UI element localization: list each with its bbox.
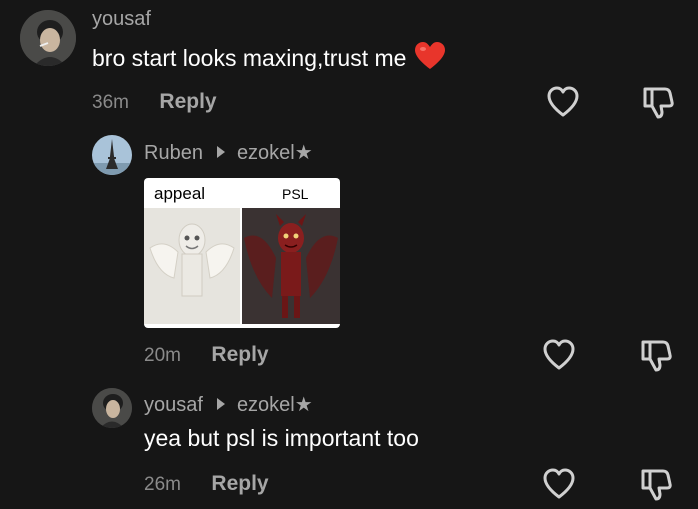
meme-left-label: appeal [154,184,206,203]
username[interactable]: yousaf [144,394,203,416]
reply-to-username[interactable]: ezokel★ [237,394,313,416]
avatar[interactable] [92,135,132,175]
thumbs-down-icon [641,340,672,372]
like-button[interactable] [539,335,579,375]
comment-meta: 26m Reply [144,472,269,496]
username-line: Ruben ezokel★ [144,140,313,165]
avatar[interactable] [92,388,132,428]
play-arrow-icon [216,145,225,158]
meme-image[interactable]: appeal PSL [144,178,340,328]
heart-outline-icon [543,339,575,370]
comment-text: bro start looks maxing,trust me [92,42,445,72]
reply-button[interactable]: Reply [159,90,216,113]
username-line: yousaf ezokel★ [144,392,313,417]
dislike-button[interactable] [635,335,675,375]
thumbs-down-icon [643,87,674,119]
heart-outline-icon [543,468,575,499]
like-button[interactable] [539,464,579,504]
meme-right-label: PSL [282,186,309,202]
heart-outline-icon [547,86,579,117]
username[interactable]: yousaf [92,8,151,31]
heart-emoji-icon [414,42,445,69]
dislike-button[interactable] [637,82,677,122]
timestamp: 20m [144,345,181,366]
timestamp: 36m [92,92,129,113]
username[interactable]: Ruben [144,142,203,164]
reply-to-username[interactable]: ezokel★ [237,142,313,164]
play-arrow-icon [216,397,225,410]
meme-right-panel [242,208,340,324]
dislike-button[interactable] [635,464,675,504]
comment-meta: 36m Reply [92,90,217,114]
timestamp: 26m [144,474,181,495]
like-button[interactable] [543,82,583,122]
reply-button[interactable]: Reply [211,472,268,495]
comment-text: yea but psl is important too [144,425,419,451]
comment-meta: 20m Reply [144,343,269,367]
reply-button[interactable]: Reply [211,343,268,366]
avatar[interactable] [20,10,76,66]
meme-left-panel [144,208,240,324]
thumbs-down-icon [641,469,672,501]
